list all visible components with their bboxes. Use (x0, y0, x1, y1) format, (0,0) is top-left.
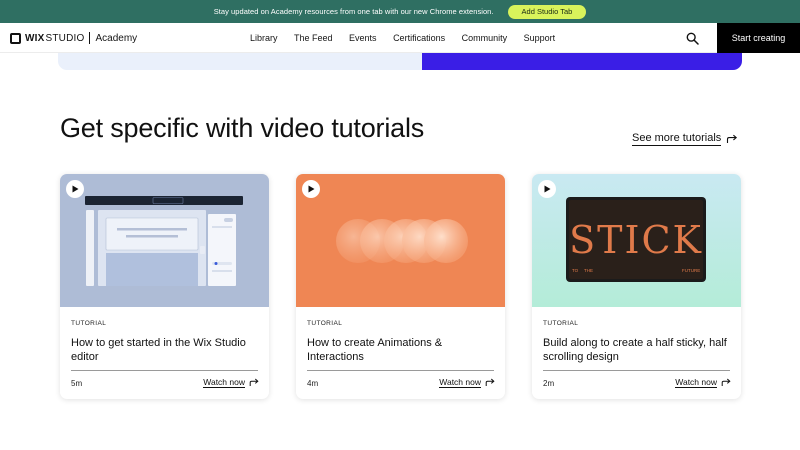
hero-strip-right (422, 53, 742, 70)
logo-divider (89, 32, 91, 44)
nav-link-events[interactable]: Events (349, 33, 377, 43)
card-thumbnail (296, 174, 505, 307)
main-nav: WIX STUDIO Academy Library The Feed Even… (0, 23, 800, 53)
card-title: Build along to create a half sticky, hal… (543, 337, 727, 363)
watch-now-label: Watch now (675, 377, 717, 388)
watch-now-label: Watch now (439, 377, 481, 388)
card-duration: 5m (71, 379, 83, 388)
nav-link-support[interactable]: Support (524, 33, 556, 43)
thumb-caption-1: TO (572, 268, 579, 273)
thumb-caption-2: THE (584, 268, 593, 273)
add-studio-tab-button[interactable]: Add Studio Tab (507, 4, 587, 19)
tutorial-card[interactable]: TUTORIAL How to create Animations & Inte… (296, 174, 505, 399)
nav-link-library[interactable]: Library (250, 33, 278, 43)
play-icon (308, 185, 314, 193)
editor-illustration (85, 196, 243, 286)
card-duration: 2m (543, 379, 555, 388)
logo-academy: Academy (95, 32, 138, 44)
banner-text: Stay updated on Academy resources from o… (213, 7, 494, 16)
card-divider (543, 370, 730, 371)
thumb-word: STICK (569, 218, 703, 262)
tutorial-card[interactable]: STICK TO THE FUTURE TUTORIAL Build along… (532, 174, 741, 399)
watch-now-link[interactable]: Watch now (675, 377, 731, 388)
search-icon[interactable] (686, 32, 699, 45)
card-thumbnail (60, 174, 269, 307)
nav-links: Library The Feed Events Certifications C… (250, 23, 572, 53)
card-type-label: TUTORIAL (543, 320, 579, 327)
play-button[interactable] (66, 180, 84, 198)
animation-circles-illustration (336, 219, 468, 263)
tutorial-card[interactable]: TUTORIAL How to get started in the Wix S… (60, 174, 269, 399)
card-divider (307, 370, 494, 371)
card-type-label: TUTORIAL (71, 320, 107, 327)
section-title: Get specific with video tutorials (60, 113, 425, 143)
arrow-turn-right-icon (485, 378, 495, 386)
arrow-turn-right-icon (721, 378, 731, 386)
promo-banner: Stay updated on Academy resources from o… (0, 0, 800, 23)
card-type-label: TUTORIAL (307, 320, 343, 327)
play-button[interactable] (538, 180, 556, 198)
logo[interactable]: WIX STUDIO Academy (10, 31, 137, 45)
hero-strip-left (58, 53, 422, 70)
nav-link-the-feed[interactable]: The Feed (294, 33, 333, 43)
start-creating-button[interactable]: Start creating (717, 23, 800, 53)
watch-now-link[interactable]: Watch now (203, 377, 259, 388)
card-divider (71, 370, 258, 371)
arrow-turn-right-icon (727, 134, 738, 143)
nav-link-certifications[interactable]: Certifications (393, 33, 445, 43)
card-duration: 4m (307, 379, 319, 388)
play-button[interactable] (302, 180, 320, 198)
card-thumbnail: STICK TO THE FUTURE (532, 174, 741, 307)
card-title: How to get started in the Wix Studio edi… (71, 337, 246, 363)
sticky-design-illustration: STICK TO THE FUTURE (566, 197, 706, 282)
arrow-turn-right-icon (249, 378, 259, 386)
play-icon (544, 185, 550, 193)
thumb-caption-3: FUTURE (682, 268, 700, 273)
watch-now-label: Watch now (203, 377, 245, 388)
play-icon (72, 185, 78, 193)
see-more-label: See more tutorials (632, 132, 722, 146)
logo-studio: STUDIO (45, 32, 85, 44)
logo-wix: WIX (25, 32, 45, 44)
nav-link-community[interactable]: Community (462, 33, 508, 43)
card-title: How to create Animations & Interactions (307, 337, 443, 363)
logo-mark-icon (10, 32, 21, 44)
watch-now-link[interactable]: Watch now (439, 377, 495, 388)
see-more-tutorials-link[interactable]: See more tutorials (632, 132, 738, 146)
